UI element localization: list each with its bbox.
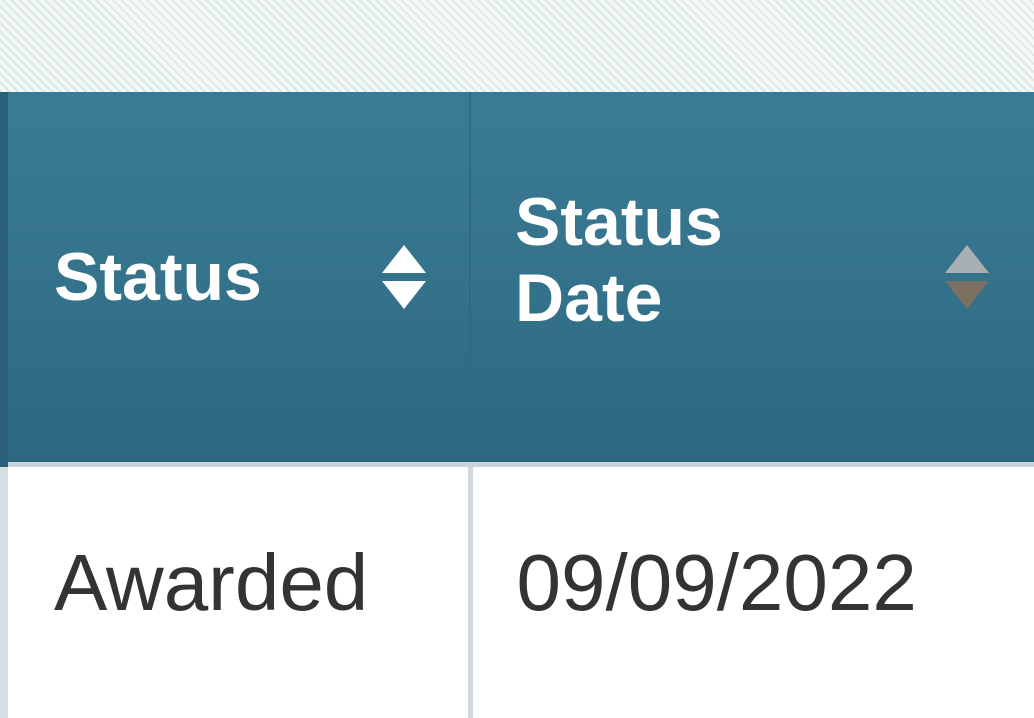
data-table: Status Status Date Awarded 09/09/2022: [0, 92, 1034, 718]
sort-both-icon[interactable]: [942, 243, 992, 311]
column-header-status[interactable]: Status: [0, 92, 470, 467]
sort-both-icon[interactable]: [379, 243, 429, 311]
header-row: Status Status Date: [0, 92, 1034, 467]
cell-status-date-value: 09/09/2022: [516, 538, 917, 627]
cell-status-value: Awarded: [54, 538, 369, 627]
column-header-label: Status: [54, 239, 262, 315]
column-header-label-line1: Status: [515, 184, 723, 260]
column-header-label-line2: Date: [515, 260, 663, 336]
column-header-status-date[interactable]: Status Date: [469, 92, 1034, 467]
background-pattern: [0, 0, 1034, 92]
table-row[interactable]: Awarded 09/09/2022: [0, 464, 1034, 718]
cell-status: Awarded: [0, 464, 470, 718]
cell-status-date: 09/09/2022: [467, 464, 1034, 718]
column-header-label: Status Date: [515, 184, 723, 336]
